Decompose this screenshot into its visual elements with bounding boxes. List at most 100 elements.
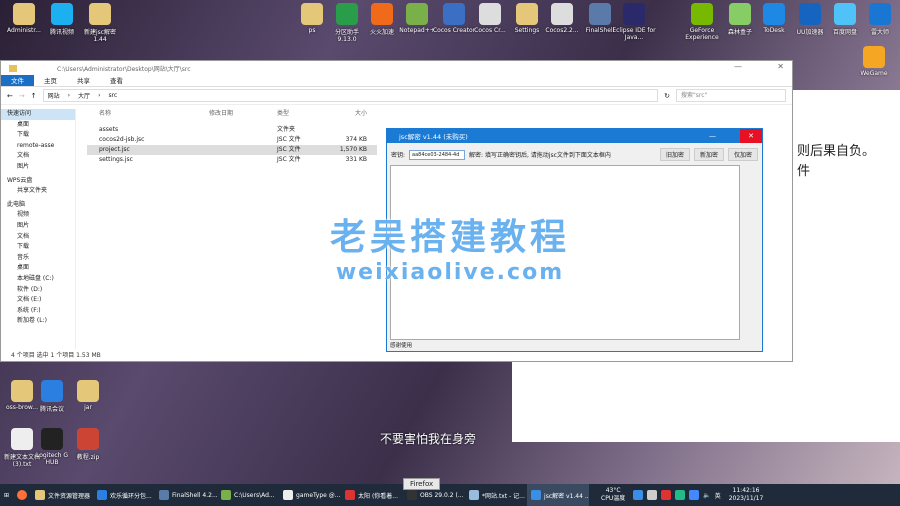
- nav-item[interactable]: 系统 (F:): [1, 306, 75, 317]
- desktop-icon-label: 腾讯视频: [49, 29, 74, 36]
- nav-item[interactable]: 下载: [1, 130, 75, 141]
- col-size[interactable]: 大小: [333, 109, 367, 119]
- taskbar-item[interactable]: *网站.txt - 记...: [465, 484, 527, 506]
- dialog-toolbar: 密钥: aa84ce03-2484-4d 解密: 填写正确密钥后, 请拖动jsc…: [387, 143, 762, 166]
- taskbar-item[interactable]: 欢乐循环分包...: [93, 484, 155, 506]
- taskbar-item[interactable]: 太阳 (你看着...: [341, 484, 403, 506]
- app-icon: [729, 3, 751, 25]
- app-icon: [589, 3, 611, 25]
- address-bar[interactable]: 网站 › 大厅 › src: [42, 89, 659, 102]
- nav-item[interactable]: 共享文件夹: [1, 186, 75, 197]
- back-arrow-icon[interactable]: ←: [7, 92, 13, 100]
- nav-item[interactable]: 此电脑: [1, 200, 75, 211]
- desktop-icon-label: FinalShell: [585, 27, 615, 34]
- desktop-icon-label: ToDesk: [763, 27, 785, 34]
- breadcrumb-item[interactable]: 网站: [48, 91, 60, 100]
- nav-item[interactable]: 文档: [1, 151, 75, 162]
- desktop-icon[interactable]: 教程.zip: [66, 428, 110, 461]
- desktop-icon-wegame[interactable]: WeGame: [852, 46, 896, 77]
- nav-item[interactable]: 音乐: [1, 253, 75, 264]
- taskbar-item[interactable]: gameType @...: [279, 484, 341, 506]
- nav-item[interactable]: 文档 (E:): [1, 295, 75, 306]
- taskbar-item-label: C:\Users\Ad...: [234, 491, 275, 499]
- app-icon: [763, 3, 785, 25]
- file-row[interactable]: assets 文件夹: [87, 125, 377, 135]
- new-encrypt-button[interactable]: 新加密: [693, 148, 724, 161]
- file-row[interactable]: project.jsc JSC 文件 1,570 KB: [87, 145, 377, 155]
- nav-item[interactable]: 下载: [1, 242, 75, 253]
- close-button[interactable]: ✕: [777, 62, 784, 71]
- dialog-footer: 感谢使用: [390, 343, 413, 349]
- volume-icon[interactable]: 🔈: [703, 492, 710, 499]
- taskbar-item[interactable]: 文件资源管理器: [31, 484, 93, 506]
- app-icon: [35, 490, 46, 500]
- desktop-icon[interactable]: 新建jsc解密 1.44: [78, 3, 122, 43]
- tab-home[interactable]: 主页: [34, 75, 67, 86]
- clock[interactable]: 11:42:16 2023/11/17: [725, 484, 768, 506]
- file-name: project.jsc: [99, 146, 130, 153]
- file-row[interactable]: settings.jsc JSC 文件 331 KB: [87, 155, 377, 165]
- desktop-icon-label: Administr...: [7, 27, 41, 34]
- app-icon: [89, 3, 111, 25]
- time: 11:42:16: [732, 487, 760, 494]
- desktop-icon-label: Notepad++: [399, 27, 435, 34]
- nav-item[interactable]: 本地磁盘 (C:): [1, 274, 75, 285]
- desktop-icon-label: 百度网盘: [832, 29, 857, 36]
- refresh-icon[interactable]: ↻: [664, 92, 670, 100]
- tab-share[interactable]: 共享: [67, 75, 100, 86]
- encrypt-only-button[interactable]: 仅加密: [727, 148, 758, 161]
- app-icon: [77, 380, 99, 402]
- taskbar: ⊞ 文件资源管理器 欢乐循环分包... FinalShell 4.2... C:\Us…: [0, 484, 900, 506]
- language-indicator[interactable]: 英: [715, 491, 721, 500]
- app-icon: [283, 490, 294, 500]
- nav-item[interactable]: 新加卷 (L:): [1, 316, 75, 327]
- desktop-icon[interactable]: 雷大师: [858, 3, 900, 36]
- minimize-button[interactable]: —: [734, 62, 742, 71]
- key-input[interactable]: aa84ce03-2484-4d: [409, 149, 466, 160]
- search-input[interactable]: 搜索"src": [676, 89, 786, 102]
- taskbar-item-label: *网站.txt - 记...: [482, 492, 525, 500]
- app-icon: [691, 3, 713, 25]
- close-button[interactable]: ✕: [740, 129, 762, 143]
- nav-item[interactable]: remote-asse: [1, 141, 75, 152]
- nav-item[interactable]: 桌面: [1, 263, 75, 274]
- app-icon: [834, 3, 856, 25]
- col-type[interactable]: 类型: [277, 109, 333, 119]
- col-name[interactable]: 名称: [87, 109, 209, 119]
- taskbar-item[interactable]: C:\Users\Ad...: [217, 484, 279, 506]
- up-arrow-icon[interactable]: ↑: [31, 92, 37, 100]
- breadcrumb-item[interactable]: src: [108, 92, 117, 99]
- key-label: 密钥:: [391, 152, 406, 159]
- nav-item[interactable]: 软件 (D:): [1, 285, 75, 296]
- taskbar-item[interactable]: FinalShell 4.2...: [155, 484, 217, 506]
- nav-item[interactable]: 视频: [1, 210, 75, 221]
- forward-arrow-icon[interactable]: →: [19, 92, 25, 100]
- breadcrumb-item[interactable]: 大厅: [78, 91, 90, 100]
- nav-item[interactable]: 快速访问: [1, 109, 75, 120]
- file-type: 文件夹: [277, 126, 296, 133]
- col-date[interactable]: 修改日期: [209, 109, 277, 119]
- app-icon: [159, 490, 170, 500]
- nav-item[interactable]: 桌面: [1, 120, 75, 131]
- system-tray[interactable]: 🔈 英: [629, 484, 725, 506]
- file-row[interactable]: cocos2d-jsb.jsc JSC 文件 374 KB: [87, 135, 377, 145]
- nav-item[interactable]: 图片: [1, 162, 75, 173]
- minimize-button[interactable]: —: [709, 129, 716, 143]
- app-icon: [97, 490, 108, 500]
- nav-item[interactable]: WPS云盘: [1, 176, 75, 187]
- nav-item[interactable]: 图片: [1, 221, 75, 232]
- bg-text-2: 件: [797, 164, 811, 179]
- app-icon: [336, 3, 358, 25]
- start-button[interactable]: ⊞: [0, 484, 13, 506]
- desktop-icon[interactable]: jar: [66, 380, 110, 411]
- taskbar-item[interactable]: jsc解密 v1.44 ...: [527, 484, 590, 506]
- desktop-icon-label: Settings: [514, 27, 540, 34]
- firefox-icon[interactable]: [13, 484, 31, 506]
- tooltip: Firefox: [403, 478, 441, 490]
- tab-file[interactable]: 文件: [1, 75, 34, 86]
- app-icon: [799, 3, 821, 25]
- desktop-icon[interactable]: Eclipse IDE for Java...: [612, 3, 656, 41]
- old-encrypt-button[interactable]: 旧加密: [659, 148, 690, 161]
- tab-view[interactable]: 查看: [100, 75, 133, 86]
- nav-item[interactable]: 文档: [1, 232, 75, 243]
